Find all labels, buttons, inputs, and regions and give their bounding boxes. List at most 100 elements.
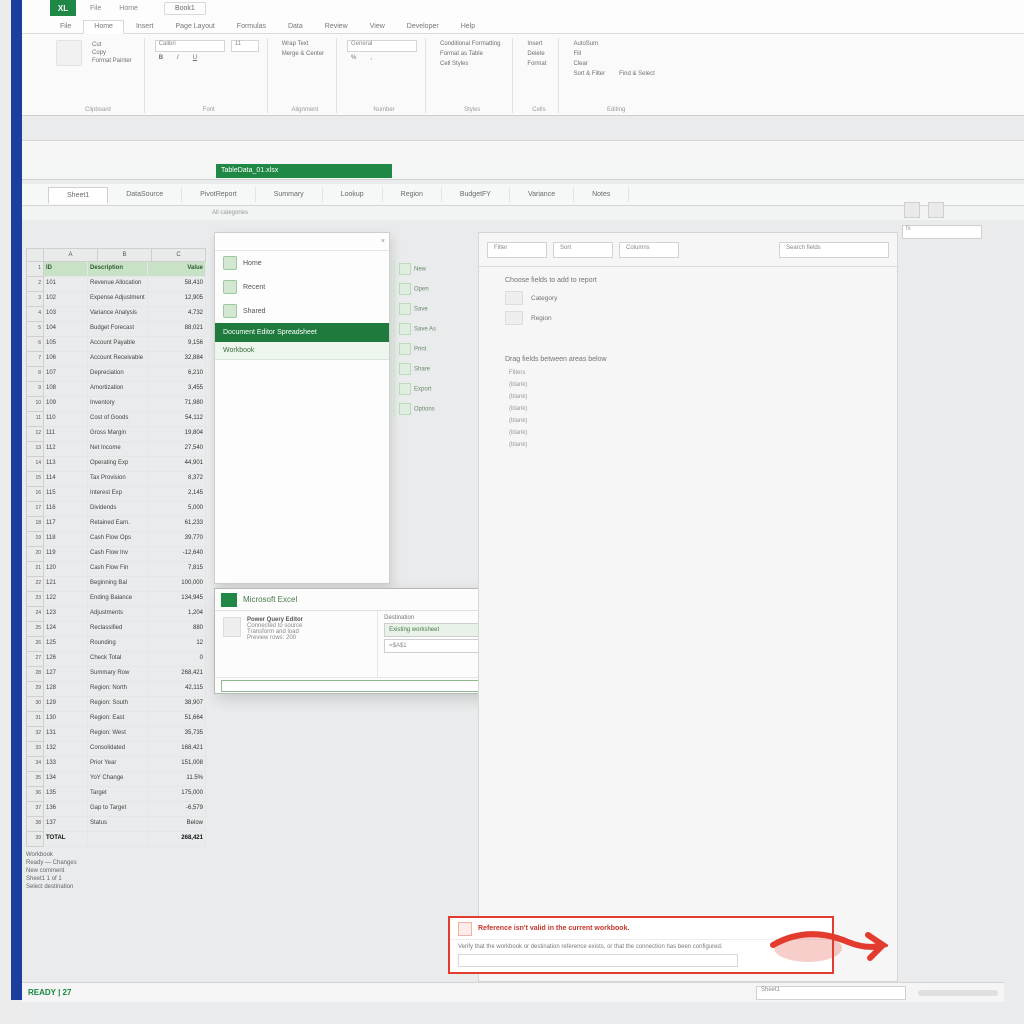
copy-button[interactable]: Copy bbox=[88, 49, 136, 57]
row-header[interactable]: 18 bbox=[26, 517, 44, 532]
row-header[interactable]: 37 bbox=[26, 802, 44, 817]
chip-search[interactable]: Search fields bbox=[779, 242, 889, 258]
cell[interactable]: 118 bbox=[44, 532, 88, 547]
row-header[interactable]: 12 bbox=[26, 427, 44, 442]
cell[interactable]: Inventory bbox=[88, 397, 148, 412]
row-header[interactable]: 1 bbox=[26, 262, 44, 277]
ws-tab-4[interactable]: Lookup bbox=[323, 187, 383, 202]
cell[interactable]: Gap to Target bbox=[88, 802, 148, 817]
row-header[interactable]: 19 bbox=[26, 532, 44, 547]
backstage-item[interactable]: Share bbox=[393, 360, 468, 378]
cell[interactable]: 123 bbox=[44, 607, 88, 622]
cell[interactable]: 134 bbox=[44, 772, 88, 787]
cell[interactable]: 120 bbox=[44, 562, 88, 577]
ws-tab-0[interactable]: Sheet1 bbox=[48, 187, 108, 204]
cell[interactable]: 137 bbox=[44, 817, 88, 832]
row-header[interactable]: 11 bbox=[26, 412, 44, 427]
cell[interactable]: 71,980 bbox=[148, 397, 206, 412]
row-header[interactable]: 5 bbox=[26, 322, 44, 337]
tab-file[interactable]: File bbox=[50, 21, 81, 33]
row-header[interactable]: 24 bbox=[26, 607, 44, 622]
cell[interactable]: 2,145 bbox=[148, 487, 206, 502]
cell-styles-button[interactable]: Cell Styles bbox=[436, 60, 504, 68]
cell[interactable]: Budget Forecast bbox=[88, 322, 148, 337]
col-header[interactable]: A bbox=[44, 248, 98, 262]
ws-tab-2[interactable]: PivotReport bbox=[182, 187, 256, 202]
cell[interactable]: 134,945 bbox=[148, 592, 206, 607]
tab-home[interactable]: Home bbox=[83, 20, 124, 34]
cell[interactable]: 112 bbox=[44, 442, 88, 457]
row-header[interactable]: 28 bbox=[26, 667, 44, 682]
cell[interactable]: Tax Provision bbox=[88, 472, 148, 487]
tab-formulas[interactable]: Formulas bbox=[227, 21, 276, 33]
cell[interactable]: 135 bbox=[44, 787, 88, 802]
tab-help[interactable]: Help bbox=[451, 21, 485, 33]
cell[interactable]: 103 bbox=[44, 307, 88, 322]
cut-button[interactable]: Cut bbox=[88, 41, 136, 49]
underline-button[interactable]: U bbox=[189, 54, 201, 62]
cell[interactable]: 268,421 bbox=[148, 667, 206, 682]
row-header[interactable]: 20 bbox=[26, 547, 44, 562]
cell[interactable]: Prior Year bbox=[88, 757, 148, 772]
doc-name[interactable]: Book1 bbox=[164, 2, 206, 15]
cell[interactable]: 111 bbox=[44, 427, 88, 442]
col-header[interactable]: B bbox=[98, 248, 152, 262]
row-header[interactable]: 16 bbox=[26, 487, 44, 502]
cell[interactable]: 19,804 bbox=[148, 427, 206, 442]
cell[interactable]: Cash Flow Inv bbox=[88, 547, 148, 562]
row-header[interactable]: 3 bbox=[26, 292, 44, 307]
font-select[interactable]: Calibri bbox=[155, 40, 225, 52]
number-format-select[interactable]: General bbox=[347, 40, 417, 52]
cell[interactable]: Consolidated bbox=[88, 742, 148, 757]
menu-home[interactable]: Home bbox=[119, 5, 138, 12]
row-header[interactable]: 39 bbox=[26, 832, 44, 847]
cell[interactable]: 151,008 bbox=[148, 757, 206, 772]
cell[interactable]: 131 bbox=[44, 727, 88, 742]
cell[interactable]: Expense Adjustment bbox=[88, 292, 148, 307]
backstage-item[interactable]: Save bbox=[393, 300, 468, 318]
cell[interactable]: Dividends bbox=[88, 502, 148, 517]
tab-page-layout[interactable]: Page Layout bbox=[165, 21, 224, 33]
cell[interactable]: 8,372 bbox=[148, 472, 206, 487]
row-header[interactable]: 29 bbox=[26, 682, 44, 697]
chip-sort[interactable]: Sort bbox=[553, 242, 613, 258]
cell[interactable]: 133 bbox=[44, 757, 88, 772]
cell[interactable]: 136 bbox=[44, 802, 88, 817]
header-cell[interactable]: Value bbox=[148, 262, 206, 277]
cell[interactable]: 101 bbox=[44, 277, 88, 292]
header-cell[interactable]: Description bbox=[88, 262, 148, 277]
cell[interactable]: Operating Exp bbox=[88, 457, 148, 472]
cell[interactable]: 117 bbox=[44, 517, 88, 532]
find-select-button[interactable]: Find & Select bbox=[615, 70, 659, 78]
cell[interactable]: 124 bbox=[44, 622, 88, 637]
cell[interactable]: 6,210 bbox=[148, 367, 206, 382]
tab-insert[interactable]: Insert bbox=[126, 21, 164, 33]
backstage-item[interactable]: Options bbox=[393, 400, 468, 418]
error-ref-input[interactable] bbox=[458, 954, 738, 967]
row-header[interactable]: 4 bbox=[26, 307, 44, 322]
cell[interactable]: 114 bbox=[44, 472, 88, 487]
clear-button[interactable]: Clear bbox=[569, 60, 658, 68]
backstage-item[interactable]: Save As bbox=[393, 320, 468, 338]
cell[interactable]: 42,115 bbox=[148, 682, 206, 697]
cell[interactable] bbox=[88, 832, 148, 847]
nav-recent[interactable]: Recent bbox=[215, 275, 389, 299]
backstage-item[interactable]: New bbox=[393, 260, 468, 278]
cell[interactable]: Reclassified bbox=[88, 622, 148, 637]
nav-sub[interactable]: Workbook bbox=[215, 342, 389, 360]
row-header[interactable]: 33 bbox=[26, 742, 44, 757]
formula-input[interactable]: fx bbox=[902, 225, 982, 239]
row-header[interactable]: 26 bbox=[26, 637, 44, 652]
cell[interactable]: TOTAL bbox=[44, 832, 88, 847]
cell[interactable]: 5,000 bbox=[148, 502, 206, 517]
area-slot[interactable]: (blank) bbox=[479, 379, 897, 391]
sort-filter-button[interactable]: Sort & Filter bbox=[569, 70, 609, 78]
area-slot[interactable]: (blank) bbox=[479, 439, 897, 451]
ws-tab-5[interactable]: Region bbox=[383, 187, 442, 202]
row-header[interactable]: 8 bbox=[26, 367, 44, 382]
tab-developer[interactable]: Developer bbox=[397, 21, 449, 33]
row-header[interactable]: 38 bbox=[26, 817, 44, 832]
cell[interactable]: 27,540 bbox=[148, 442, 206, 457]
cell[interactable]: 61,233 bbox=[148, 517, 206, 532]
bold-button[interactable]: B bbox=[155, 54, 167, 62]
